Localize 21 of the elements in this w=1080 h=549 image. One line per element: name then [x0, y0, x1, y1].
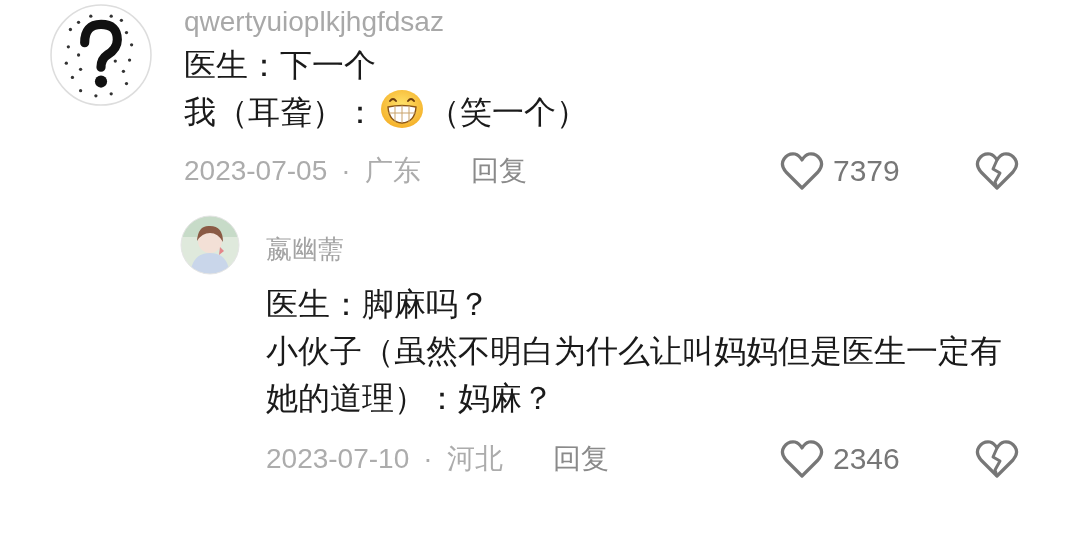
comment-text: 我（耳聋）： （笑一个） [184, 89, 1020, 136]
comment-date: 2023-07-05 [184, 153, 328, 188]
like-count: 7379 [833, 153, 900, 189]
comment-location: 广东 [364, 153, 421, 188]
broken-heart-icon[interactable] [974, 149, 1020, 192]
comment-location: 河北 [446, 441, 503, 476]
like-icon[interactable] [779, 149, 825, 192]
grinning-face-icon [380, 89, 424, 129]
comment-text: 医生：下一个 [184, 46, 377, 85]
separator-dot: · [341, 153, 351, 188]
like-count: 2346 [833, 441, 900, 477]
username[interactable]: 嬴幽薷 [266, 229, 1020, 269]
broken-heart-icon[interactable] [974, 437, 1020, 480]
like-icon[interactable] [779, 437, 825, 480]
comment-date: 2023-07-10 [266, 441, 410, 476]
comment-text: 小伙子（虽然不明白为什么让叫妈妈但是医生一定有她的道理）：妈麻？ [266, 332, 1003, 418]
comment-text: 医生：脚麻吗？ [266, 285, 491, 324]
separator-dot: · [423, 441, 433, 476]
reply-link[interactable]: 回复 [470, 149, 527, 192]
reply-link[interactable]: 回复 [552, 437, 609, 480]
username[interactable]: qwertyuioplkjhgfdsaz [184, 4, 1020, 40]
